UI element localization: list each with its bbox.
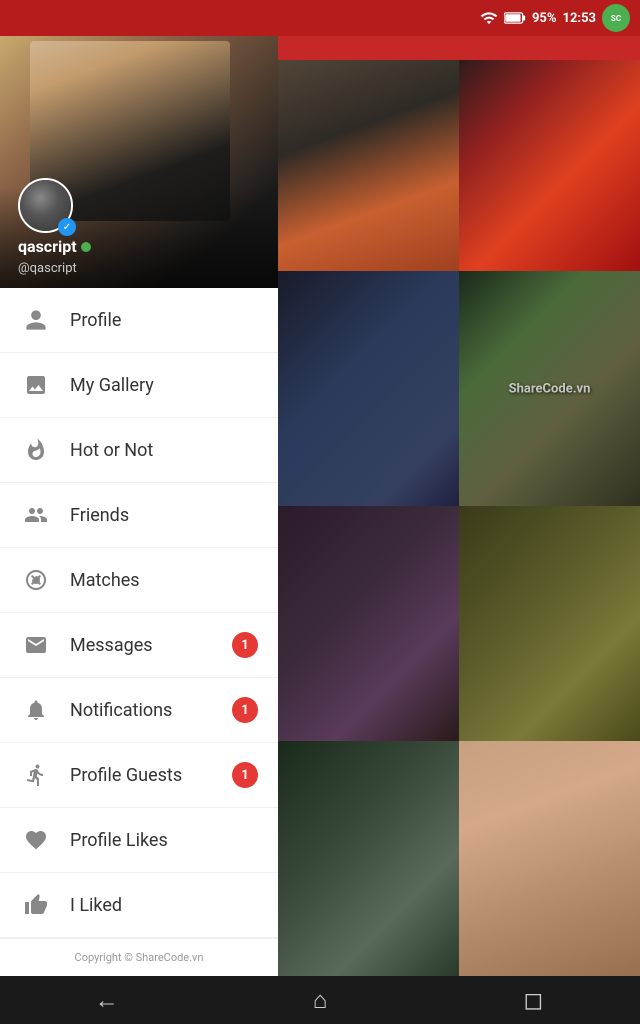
people-icon [20, 499, 52, 531]
verified-badge: ✓ [58, 218, 76, 236]
status-bar: 95% 12:53 SC [0, 0, 640, 36]
photo-cell-1[interactable] [278, 36, 459, 271]
sidebar-item-friends-label: Friends [70, 505, 258, 526]
photo-cell-8[interactable] [459, 741, 640, 976]
photo-image-2 [459, 36, 640, 271]
sidebar-item-profile-likes-label: Profile Likes [70, 830, 258, 851]
sidebar-item-profile-likes[interactable]: Profile Likes [0, 808, 278, 873]
sidebar-item-hot-or-not-label: Hot or Not [70, 440, 258, 461]
sidebar-item-profile-guests[interactable]: Profile Guests 1 [0, 743, 278, 808]
recents-button[interactable]: ◻ [503, 976, 563, 1024]
battery-icon [504, 11, 526, 25]
sidebar-item-matches[interactable]: Matches [0, 548, 278, 613]
messages-badge: 1 [232, 632, 258, 658]
photo-image-1 [278, 36, 459, 271]
sidebar-item-notifications[interactable]: Notifications 1 [0, 678, 278, 743]
sharecode-logo: SC [602, 4, 630, 32]
profile-header[interactable]: ✓ qascript @qascript [0, 36, 278, 288]
sidebar-item-profile-label: Profile [70, 310, 258, 331]
footprint-icon [20, 759, 52, 791]
main-layout: ✓ qascript @qascript Profile [0, 36, 640, 976]
profile-handle: @qascript [18, 261, 77, 276]
battery-percent: 95% [532, 11, 557, 26]
sidebar-item-i-liked[interactable]: I Liked [0, 873, 278, 938]
photo-cell-7[interactable] [278, 741, 459, 976]
photo-image-3 [278, 271, 459, 506]
sidebar-item-notifications-label: Notifications [70, 700, 232, 721]
photo-grid: ShareCode.vn [278, 36, 640, 976]
photo-cell-5[interactable] [278, 506, 459, 741]
status-bar-right: 95% 12:53 SC [480, 4, 630, 32]
sidebar-item-profile[interactable]: Profile [0, 288, 278, 353]
photo-icon [20, 369, 52, 401]
sidebar-item-gallery[interactable]: My Gallery [0, 353, 278, 418]
back-button[interactable]: ← [77, 976, 137, 1024]
photo-image-5 [278, 506, 459, 741]
time-display: 12:53 [563, 11, 597, 26]
photo-cell-4[interactable]: ShareCode.vn [459, 271, 640, 506]
sidebar-item-hot-or-not[interactable]: Hot or Not [0, 418, 278, 483]
mail-icon [20, 629, 52, 661]
thumbsup-icon [20, 889, 52, 921]
home-button[interactable]: ⌂ [290, 976, 350, 1024]
sidebar: ✓ qascript @qascript Profile [0, 36, 278, 976]
sidebar-item-messages[interactable]: Messages 1 [0, 613, 278, 678]
menu-list: Profile My Gallery Hot or Not [0, 288, 278, 938]
sidebar-item-friends[interactable]: Friends [0, 483, 278, 548]
bell-icon [20, 694, 52, 726]
sidebar-item-matches-label: Matches [70, 570, 258, 591]
wifi-icon [480, 9, 498, 27]
bottom-nav: ← ⌂ ◻ [0, 976, 640, 1024]
online-indicator [81, 242, 91, 252]
photo-image-4: ShareCode.vn [459, 271, 640, 506]
profile-username: qascript [18, 237, 91, 256]
photo-cell-6[interactable] [459, 506, 640, 741]
watermark-label: ShareCode.vn [509, 381, 591, 396]
photo-image-7 [278, 741, 459, 976]
photo-image-6 [459, 506, 640, 741]
sidebar-item-i-liked-label: I Liked [70, 895, 258, 916]
sidebar-item-messages-label: Messages [70, 635, 232, 656]
sidebar-item-profile-guests-label: Profile Guests [70, 765, 232, 786]
fire-icon [20, 434, 52, 466]
profile-guests-badge: 1 [232, 762, 258, 788]
photo-cell-3[interactable] [278, 271, 459, 506]
sidebar-item-gallery-label: My Gallery [70, 375, 258, 396]
heart-icon [20, 824, 52, 856]
photo-image-8 [459, 741, 640, 976]
copyright-text: Copyright © ShareCode.vn [0, 938, 278, 976]
photo-cell-2[interactable] [459, 36, 640, 271]
matches-icon [20, 564, 52, 596]
notifications-badge: 1 [232, 697, 258, 723]
person-icon [20, 304, 52, 336]
